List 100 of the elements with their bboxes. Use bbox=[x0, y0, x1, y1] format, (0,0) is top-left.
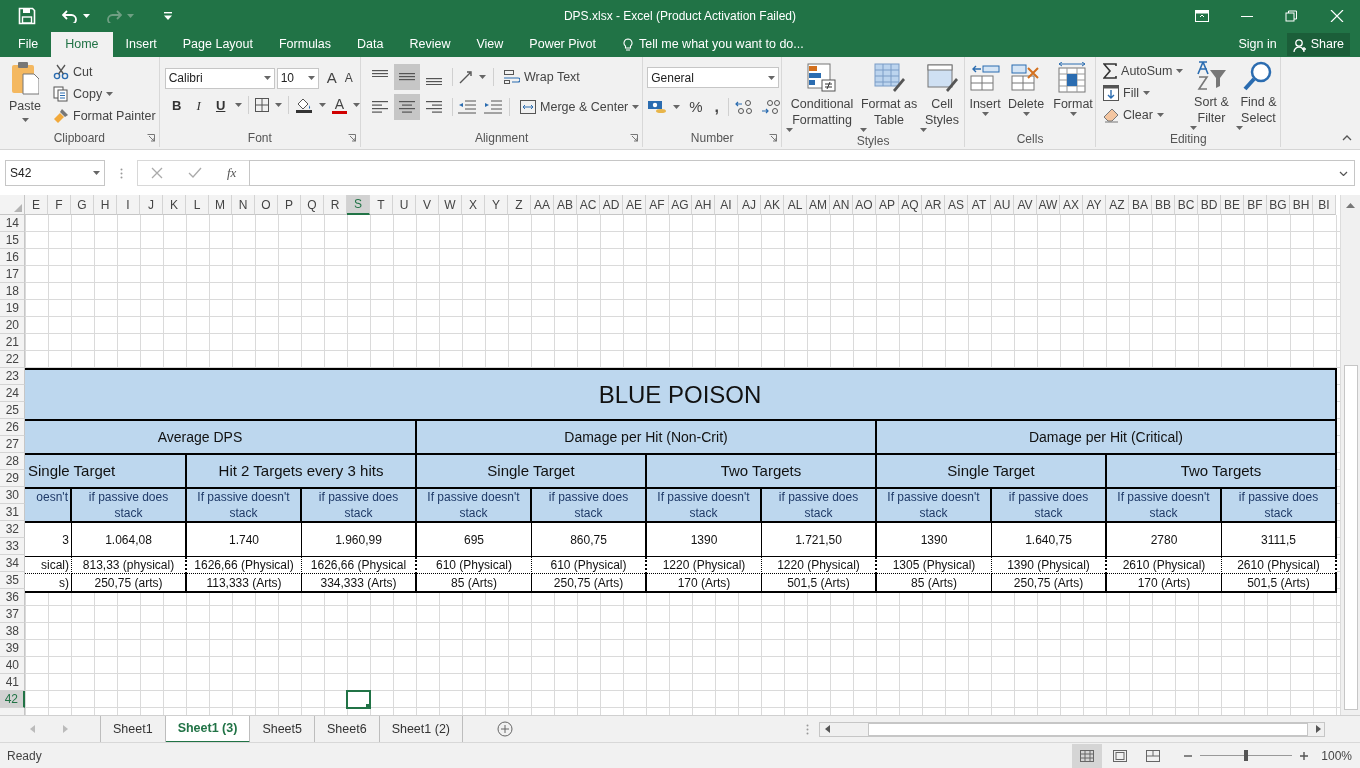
decrease-indent-icon[interactable] bbox=[458, 100, 476, 114]
column-header[interactable]: AC bbox=[577, 195, 600, 215]
row-header[interactable]: 17 bbox=[0, 266, 25, 283]
column-header[interactable]: AF bbox=[646, 195, 669, 215]
accounting-format-icon[interactable] bbox=[647, 99, 668, 116]
row-header[interactable]: 18 bbox=[0, 283, 25, 300]
column-header[interactable]: AB bbox=[554, 195, 577, 215]
column-header[interactable]: I bbox=[117, 195, 140, 215]
column-header[interactable]: AW bbox=[1037, 195, 1060, 215]
column-header[interactable]: AP bbox=[876, 195, 899, 215]
column-header[interactable]: AM bbox=[807, 195, 830, 215]
row-header[interactable]: 31 bbox=[0, 504, 25, 521]
column-header[interactable]: N bbox=[232, 195, 255, 215]
borders-icon[interactable] bbox=[254, 98, 269, 113]
ribbon-tab[interactable]: Home bbox=[51, 32, 113, 57]
zoom-slider-thumb[interactable] bbox=[1244, 750, 1249, 761]
increase-font-size-button[interactable]: A bbox=[326, 67, 337, 90]
font-size-dropdown[interactable]: 10 bbox=[276, 67, 319, 89]
column-header[interactable]: V bbox=[416, 195, 439, 215]
column-header[interactable]: Q bbox=[301, 195, 324, 215]
scroll-left-icon[interactable] bbox=[824, 725, 830, 733]
close-icon[interactable] bbox=[1330, 10, 1344, 22]
insert-cells-button[interactable]: Insert bbox=[969, 62, 1002, 130]
dialog-launcher-icon[interactable] bbox=[348, 134, 356, 142]
column-header[interactable]: AS bbox=[945, 195, 968, 215]
row-header[interactable]: 41 bbox=[0, 674, 25, 691]
vertical-align-button[interactable] bbox=[394, 64, 420, 90]
column-header[interactable]: BH bbox=[1290, 195, 1313, 215]
merge-center-button[interactable]: Merge & Center bbox=[517, 96, 643, 118]
restore-icon[interactable] bbox=[1285, 10, 1299, 22]
row-header[interactable]: 36 bbox=[0, 589, 25, 606]
autosum-button[interactable]: AutoSum bbox=[1100, 60, 1187, 82]
number-format-dropdown[interactable]: General bbox=[647, 67, 780, 88]
row-header[interactable]: 24 bbox=[0, 385, 25, 402]
column-header[interactable]: BB bbox=[1152, 195, 1175, 215]
row-header[interactable]: 37 bbox=[0, 606, 25, 623]
row-header[interactable]: 16 bbox=[0, 249, 25, 266]
column-header[interactable]: BF bbox=[1244, 195, 1267, 215]
column-header[interactable]: BI bbox=[1313, 195, 1336, 215]
ribbon-tab[interactable]: Formulas bbox=[265, 32, 345, 57]
row-header[interactable]: 35 bbox=[0, 572, 25, 589]
scroll-up-icon[interactable] bbox=[1346, 202, 1355, 208]
row-header[interactable]: 15 bbox=[0, 232, 25, 249]
cut-button[interactable]: Cut bbox=[50, 61, 159, 83]
sign-in-link[interactable]: Sign in bbox=[1228, 32, 1287, 57]
column-header[interactable]: AI bbox=[715, 195, 738, 215]
sort-filter-button[interactable]: Sort & Filter bbox=[1190, 60, 1233, 130]
row-header[interactable]: 26 bbox=[0, 419, 25, 436]
column-header[interactable]: Y bbox=[485, 195, 508, 215]
row-header[interactable]: 14 bbox=[0, 215, 25, 232]
row-header[interactable]: 25 bbox=[0, 402, 25, 419]
fill-button[interactable]: Fill bbox=[1100, 82, 1187, 104]
conditional-formatting-button[interactable]: Conditional Formatting bbox=[786, 62, 859, 132]
column-header[interactable]: AU bbox=[991, 195, 1014, 215]
view-button[interactable] bbox=[1072, 743, 1103, 768]
row-header[interactable]: 30 bbox=[0, 487, 25, 504]
format-painter-button[interactable]: Format Painter bbox=[50, 105, 159, 127]
bold-button[interactable]: B bbox=[168, 95, 185, 115]
column-header[interactable]: AE bbox=[623, 195, 646, 215]
decrease-decimal-icon[interactable] bbox=[761, 99, 782, 116]
format-as-table-button[interactable]: Format as Table bbox=[860, 62, 919, 132]
ribbon-tab[interactable]: File bbox=[5, 32, 52, 57]
row-header[interactable]: 28 bbox=[0, 453, 25, 470]
horizontal-scroll-thumb[interactable] bbox=[868, 722, 1308, 736]
fill-color-icon[interactable] bbox=[294, 97, 313, 114]
paste-button[interactable]: Paste bbox=[6, 61, 44, 127]
font-name-dropdown[interactable]: Calibri bbox=[164, 67, 275, 89]
format-cells-button[interactable]: Format bbox=[1051, 62, 1096, 130]
collapse-ribbon-icon[interactable] bbox=[1342, 135, 1352, 141]
column-header[interactable]: AX bbox=[1060, 195, 1083, 215]
share-button[interactable]: Share bbox=[1286, 33, 1350, 56]
column-header[interactable]: F bbox=[48, 195, 71, 215]
percent-style-button[interactable]: % bbox=[686, 96, 706, 119]
column-header[interactable]: AY bbox=[1083, 195, 1106, 215]
column-header[interactable]: BA bbox=[1129, 195, 1152, 215]
zoom-in-icon[interactable] bbox=[1300, 751, 1309, 760]
column-header[interactable]: BC bbox=[1175, 195, 1198, 215]
ribbon-tab[interactable]: View bbox=[463, 32, 517, 57]
row-header[interactable]: 29 bbox=[0, 470, 25, 487]
column-header[interactable]: S bbox=[347, 195, 370, 215]
row-header[interactable]: 34 bbox=[0, 555, 25, 572]
ribbon-display-options-icon[interactable] bbox=[1195, 10, 1209, 22]
row-header[interactable]: 32 bbox=[0, 521, 25, 538]
column-header[interactable]: AG bbox=[669, 195, 692, 215]
ribbon-tab[interactable]: Power Pivot bbox=[516, 32, 610, 57]
column-header[interactable]: W bbox=[439, 195, 462, 215]
italic-button[interactable]: I bbox=[190, 95, 207, 115]
row-header[interactable]: 42 bbox=[0, 691, 25, 708]
column-header[interactable]: BD bbox=[1198, 195, 1221, 215]
scroll-right-icon[interactable] bbox=[1316, 725, 1321, 733]
row-header[interactable]: 39 bbox=[0, 640, 25, 657]
column-header[interactable]: BG bbox=[1267, 195, 1290, 215]
ribbon-tab[interactable]: Review bbox=[396, 32, 464, 57]
copy-button[interactable]: Copy bbox=[50, 83, 159, 105]
row-header[interactable]: 38 bbox=[0, 623, 25, 640]
row-header[interactable]: 33 bbox=[0, 538, 25, 555]
row-header[interactable]: 27 bbox=[0, 436, 25, 453]
column-header[interactable]: BE bbox=[1221, 195, 1244, 215]
sheet-tab[interactable]: Sheet1 (3) bbox=[165, 715, 251, 743]
delete-cells-button[interactable]: Delete bbox=[1005, 62, 1048, 130]
